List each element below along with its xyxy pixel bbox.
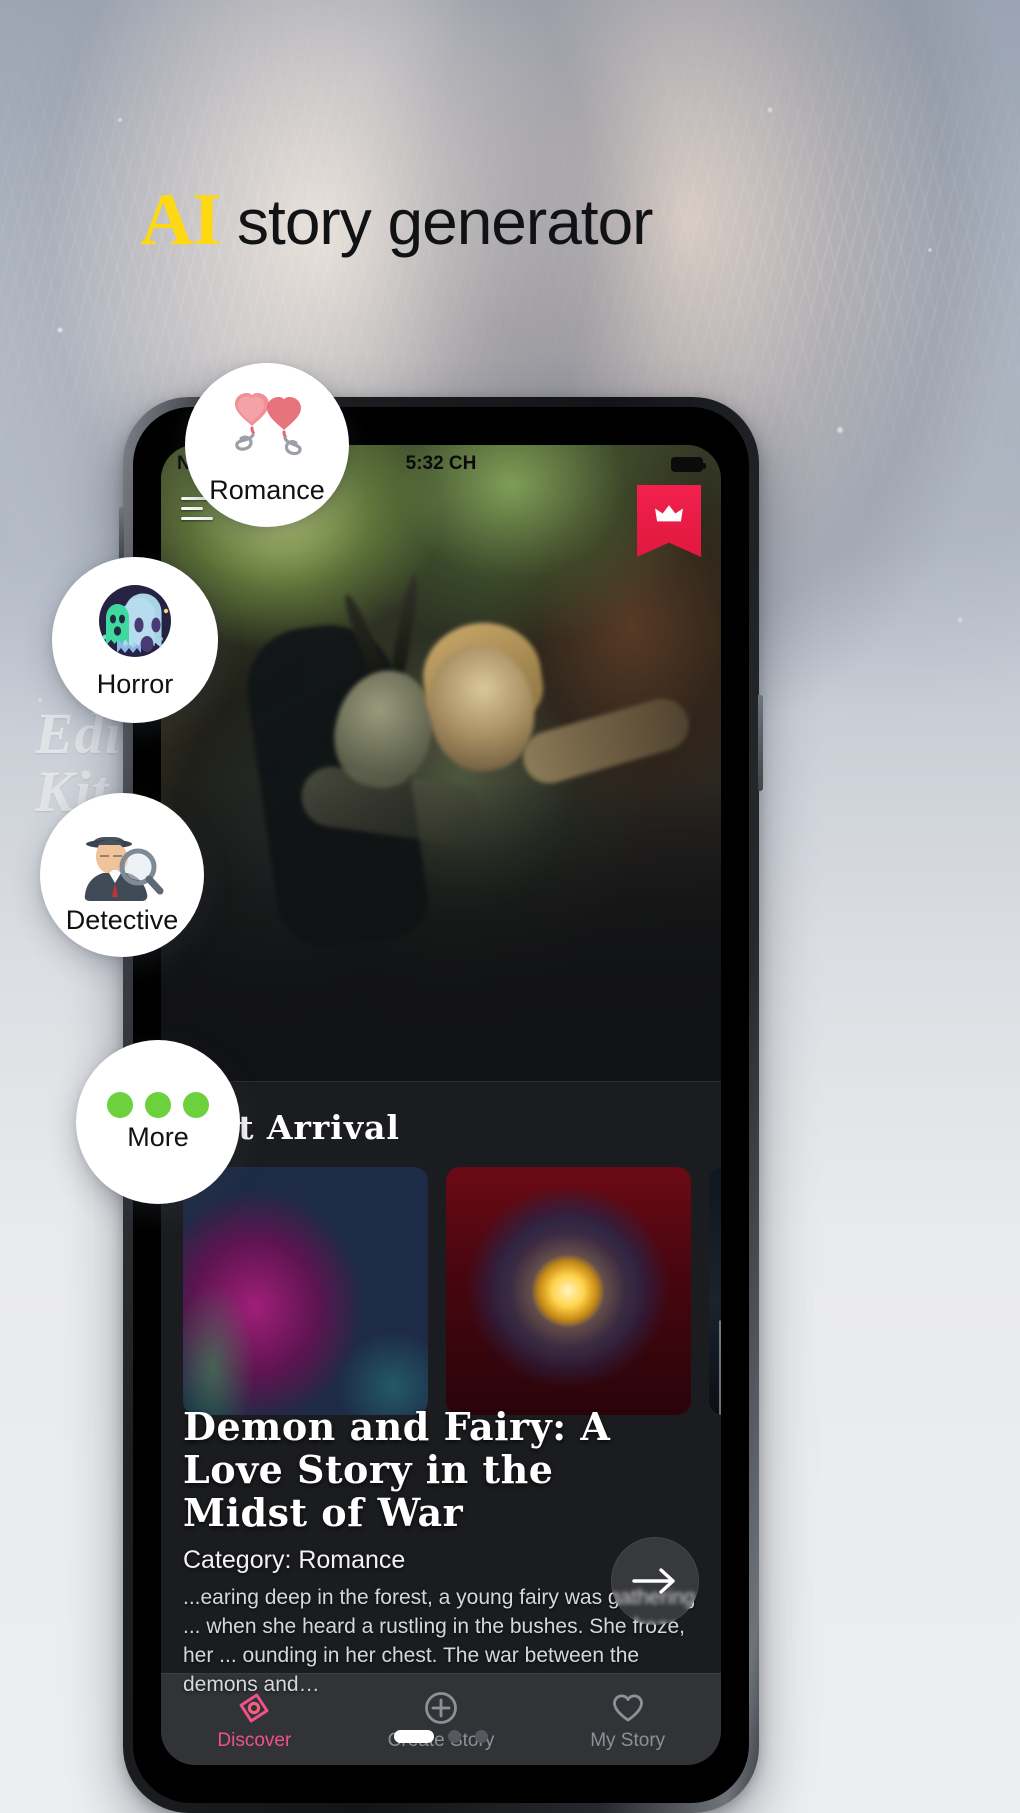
category-bubble-romance[interactable]: Romance [185, 363, 349, 527]
three-dots-group [107, 1091, 209, 1118]
hero-gradient-overlay [161, 781, 721, 1081]
dot-1 [107, 1091, 133, 1118]
dot-3 [183, 1091, 209, 1118]
story-thumbnail[interactable] [446, 1167, 691, 1415]
headline-rest: story generator [220, 186, 653, 258]
hero-story-title: Demon and Fairy: A Love Story in the Mid… [183, 1404, 611, 1535]
phone-screen: Nhà cung cấp 5:32 CH [161, 445, 721, 1765]
category-bubble-more-label: More [127, 1121, 189, 1152]
battery-icon [671, 456, 706, 472]
heart-balloons-icon [221, 385, 313, 471]
headline-accent: AI [140, 179, 221, 261]
category-bubble-detective-label: Detective [65, 904, 179, 935]
category-bubble-romance-label: Romance [209, 474, 325, 505]
arrow-right-icon [632, 1568, 675, 1594]
pagination-dot-3[interactable] [475, 1730, 488, 1743]
ghost-icon [87, 581, 183, 665]
crown-icon [655, 505, 683, 522]
hero-next-arrow-button[interactable] [611, 1537, 699, 1625]
dot-2 [145, 1091, 171, 1118]
menu-line-3 [181, 517, 213, 520]
story-thumbnail[interactable] [709, 1167, 721, 1415]
story-thumbnail[interactable] [183, 1167, 428, 1415]
phone-volume-up-button [119, 507, 124, 561]
status-bar-right [671, 456, 706, 472]
thumbnail-carousel[interactable] [161, 1167, 721, 1415]
category-bubble-more[interactable]: More [76, 1040, 240, 1204]
category-bubble-horror[interactable]: Horror [52, 557, 218, 723]
pagination-dot-2[interactable] [448, 1730, 461, 1743]
category-bubble-horror-label: Horror [96, 668, 174, 699]
menu-line-2 [181, 507, 203, 510]
hero-fig-arm-right [517, 692, 695, 790]
hero-fig-horn-right [390, 572, 422, 678]
category-bubble-detective[interactable]: Detective [40, 793, 204, 957]
page-headline: AI story generator [140, 179, 653, 261]
pagination-dot-1[interactable] [394, 1730, 434, 1743]
three-dots-icon [107, 1091, 209, 1118]
phone-power-button [758, 695, 763, 791]
section-title: Hot Arrival [183, 1108, 400, 1147]
detective-icon [75, 815, 169, 901]
hero-pagination[interactable] [161, 1730, 721, 1743]
